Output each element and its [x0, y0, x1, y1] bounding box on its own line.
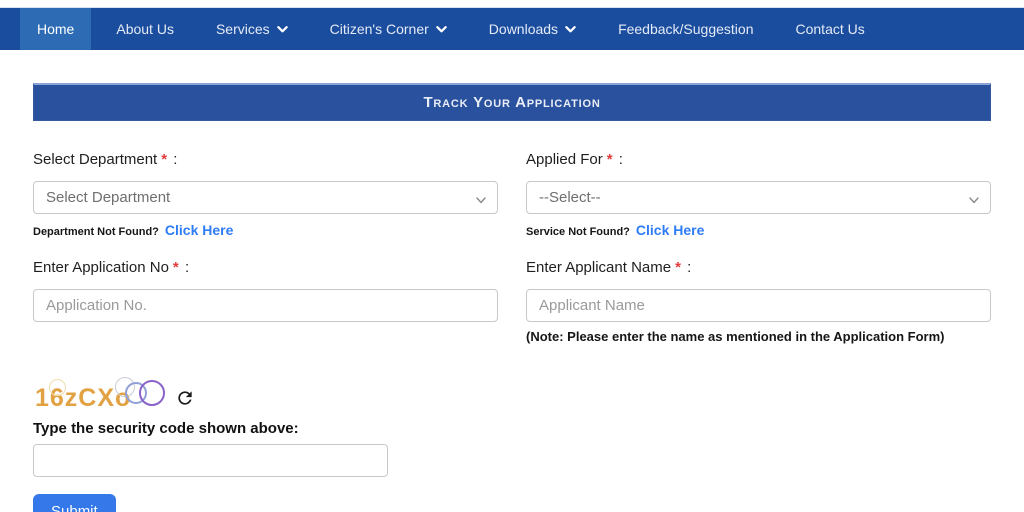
applied-for-select-value: --Select-- [539, 189, 601, 206]
captcha-section: 16zCXo Type the security code shown abov… [33, 380, 991, 477]
chevron-down-icon [565, 24, 576, 35]
page-banner: Track Your Application [33, 83, 991, 121]
nav-item-downloads[interactable]: Downloads [472, 8, 593, 50]
refresh-captcha-icon[interactable] [175, 388, 195, 408]
captcha-image: 16zCXo [33, 380, 165, 416]
field-application-no: Enter Application No* : [33, 259, 498, 344]
submit-button[interactable]: Submit [33, 494, 116, 512]
department-select[interactable]: Select Department [33, 181, 498, 214]
application-no-label: Enter Application No* : [33, 259, 498, 276]
nav-item-label: Contact Us [796, 21, 865, 37]
field-applicant-name: Enter Applicant Name* : (Note: Please en… [526, 259, 991, 344]
required-asterisk: * [607, 151, 613, 168]
security-code-label: Type the security code shown above: [33, 420, 991, 437]
department-select-value: Select Department [46, 189, 170, 206]
nav-item-citizens-corner[interactable]: Citizen's Corner [313, 8, 464, 50]
nav-item-feedback-suggestion[interactable]: Feedback/Suggestion [601, 8, 770, 50]
applicant-name-note: (Note: Please enter the name as mentione… [526, 329, 991, 344]
applied-for-label: Applied For* : [526, 151, 991, 168]
department-helper: Department Not Found? Click Here [33, 222, 498, 238]
chevron-down-icon [436, 24, 447, 35]
track-application-form: Select Department* : Select Department D… [33, 151, 991, 344]
required-asterisk: * [173, 259, 179, 276]
nav-item-label: Downloads [489, 21, 558, 37]
required-asterisk: * [675, 259, 681, 276]
service-helper: Service Not Found? Click Here [526, 222, 991, 238]
captcha-noise-circle [49, 379, 66, 396]
department-not-found-text: Department Not Found? [33, 226, 159, 238]
nav-item-label: Citizen's Corner [330, 21, 429, 37]
nav-item-contact-us[interactable]: Contact Us [779, 8, 882, 50]
nav-item-label: Services [216, 21, 270, 37]
field-applied-for: Applied For* : --Select-- Service Not Fo… [526, 151, 991, 238]
applied-for-select[interactable]: --Select-- [526, 181, 991, 214]
nav-item-label: Feedback/Suggestion [618, 21, 753, 37]
applicant-name-label: Enter Applicant Name* : [526, 259, 991, 276]
nav-item-services[interactable]: Services [199, 8, 305, 50]
application-no-input[interactable] [33, 289, 498, 322]
security-code-input[interactable] [33, 444, 388, 477]
top-navigation: Home About Us Services Citizen's Corner … [0, 7, 1024, 50]
nav-item-label: About Us [116, 21, 174, 37]
captcha-noise-circle [139, 380, 165, 406]
nav-item-label: Home [37, 21, 74, 37]
applicant-name-input[interactable] [526, 289, 991, 322]
page-title: Track Your Application [423, 94, 600, 111]
chevron-down-icon [968, 193, 980, 205]
service-click-here-link[interactable]: Click Here [636, 222, 704, 238]
chevron-down-icon [277, 24, 288, 35]
select-department-label: Select Department* : [33, 151, 498, 168]
nav-item-about-us[interactable]: About Us [99, 8, 191, 50]
department-click-here-link[interactable]: Click Here [165, 222, 233, 238]
required-asterisk: * [161, 151, 167, 168]
field-select-department: Select Department* : Select Department D… [33, 151, 498, 238]
chevron-down-icon [475, 193, 487, 205]
service-not-found-text: Service Not Found? [526, 226, 630, 238]
nav-item-home[interactable]: Home [20, 8, 91, 50]
